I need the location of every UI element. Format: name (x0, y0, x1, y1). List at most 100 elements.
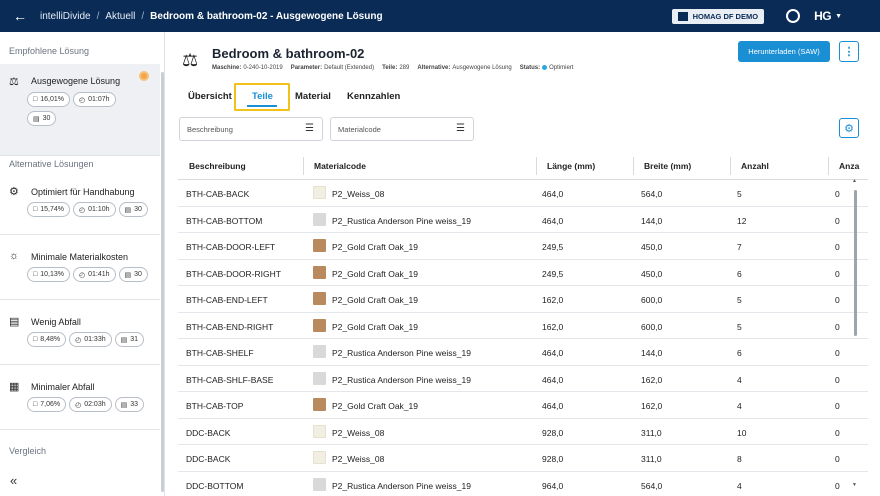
solution-alternative[interactable]: ▤ Wenig Abfall □ 8,48% ◴ 01:33h ▤ 31 (0, 300, 160, 365)
cell-material: P2_Rustica Anderson Pine weiss_19 (332, 374, 471, 385)
column-header[interactable]: Anza (839, 161, 859, 171)
solution-badges: □ 16,01% ◴ 01:07h (27, 92, 116, 107)
material-filter-placeholder: Materialcode (338, 125, 381, 134)
cell-width: 600,0 (641, 295, 663, 305)
solution-badges: □ 10,13% ◴ 01:41h ▤ 30 (27, 267, 148, 282)
chevron-down-icon[interactable]: ▼ (835, 13, 842, 20)
column-separator[interactable] (303, 157, 304, 175)
collapse-sidebar-icon[interactable]: « (10, 473, 17, 488)
solution-badges-2: ▤ 30 (27, 111, 57, 126)
column-separator[interactable] (536, 157, 537, 175)
solution-alternative[interactable]: ⚙ Optimiert für Handhabung □ 15,74% ◴ 01:10h ▤… (0, 170, 160, 235)
cell-extra: 0 (835, 242, 840, 252)
column-separator[interactable] (633, 157, 634, 175)
alternatives-title: Alternative Lösungen (9, 159, 94, 169)
column-separator[interactable] (730, 157, 731, 175)
back-arrow-icon[interactable]: ← (0, 8, 40, 24)
table-row[interactable]: BTH-CAB-END-RIGHT P2_Gold Craft Oak_19 162… (178, 313, 868, 339)
column-separator[interactable] (828, 157, 829, 175)
bin-icon: □ (33, 336, 38, 343)
boards-badge: ▤ 30 (118, 267, 148, 282)
waste-badge: □ 15,74% (27, 202, 70, 217)
cell-quantity: 7 (737, 242, 742, 252)
cell-width: 600,0 (641, 321, 663, 332)
homag-logo[interactable]: HG (814, 9, 832, 23)
table-row[interactable]: BTH-CAB-DOOR-LEFT P2_Gold Craft Oak_19 249… (178, 233, 868, 260)
support-icon[interactable] (786, 9, 801, 23)
table-row[interactable]: DDC-BACK P2_Weiss_08 928,0 311,0 10 0 (178, 419, 868, 445)
handling-icon: ⚙ (9, 186, 19, 198)
cell-extra: 0 (835, 348, 840, 358)
clock-icon: ◴ (78, 271, 86, 279)
boards-icon: ▤ (120, 401, 128, 409)
cell-length: 464,0 (542, 348, 564, 358)
cell-length: 162,0 (542, 321, 564, 332)
boards-icon: ▤ (124, 271, 132, 279)
column-header[interactable]: Beschreibung (189, 161, 246, 171)
tab-overview[interactable]: Übersicht (188, 91, 232, 102)
breadcrumb-app[interactable]: intelliDivide (40, 11, 91, 22)
table-row[interactable]: BTH-CAB-BACK P2_Weiss_08 464,0 564,0 5 0 (178, 180, 868, 207)
table-row[interactable]: BTH-CAB-DOOR-RIGHT P2_Gold Craft Oak_19 24… (178, 260, 868, 286)
cell-extra: 0 (835, 454, 840, 464)
cost-icon: ☼ (9, 250, 20, 262)
table-row[interactable]: BTH-CAB-SHLF-BASE P2_Rustica Anderson Pin… (178, 366, 868, 392)
cell-quantity: 10 (737, 427, 747, 438)
filter-icon[interactable]: ☰ (456, 123, 465, 134)
solution-badges: □ 15,74% ◴ 01:10h ▤ 30 (27, 202, 148, 217)
column-header[interactable]: Anzahl (741, 161, 769, 171)
description-filter[interactable]: Beschreibung ☰ (179, 117, 323, 141)
solution-balanced[interactable]: ⚖ Ausgewogene Lösung □ 16,01% ◴ 01:07h ▤ 30 (0, 64, 160, 156)
solution-alternative[interactable]: ☼ Minimale Materialkosten □ 10,13% ◴ 01:41h ▤ 3… (0, 235, 160, 300)
cell-description: BTH-CAB-BACK (186, 189, 250, 199)
cell-description: DDC-BACK (186, 454, 231, 464)
tab-material[interactable]: Material (295, 91, 331, 102)
clock-icon: ◴ (75, 336, 82, 344)
table-row[interactable]: BTH-CAB-TOP P2_Gold Craft Oak_19 464,0 162,… (178, 392, 868, 419)
column-header[interactable]: Länge (mm) (547, 161, 595, 171)
cell-width: 564,0 (641, 480, 663, 491)
column-header[interactable]: Breite (mm) (644, 161, 691, 171)
cell-description: BTH-CAB-END-RIGHT (186, 321, 274, 332)
parts-table: Beschreibung Materialcode Länge (mm) Bre… (178, 152, 868, 496)
cell-quantity: 4 (737, 480, 742, 491)
breadcrumb-page: Bedroom & bathroom-02 - Ausgewogene Lösu… (150, 10, 383, 22)
download-button[interactable]: Herunterladen (SAW) (738, 41, 830, 62)
cell-extra: 0 (835, 427, 840, 438)
scroll-down-icon[interactable]: ▼ (852, 482, 857, 488)
settings-button[interactable]: ⚙ (839, 118, 859, 138)
solution-alternative[interactable]: ▦ Minimaler Abfall □ 7,06% ◴ 02:03h ▤ 33 (0, 365, 160, 430)
table-row[interactable]: BTH-CAB-BOTTOM P2_Rustica Anderson Pine w… (178, 207, 868, 233)
more-menu-button[interactable]: ⋮ (839, 41, 859, 62)
filter-icon[interactable]: ☰ (305, 123, 314, 134)
cell-material: P2_Gold Craft Oak_19 (332, 268, 418, 279)
sidebar-scrollbar[interactable] (161, 72, 164, 492)
table-row[interactable]: DDC-BACK P2_Weiss_08 928,0 311,0 8 0 (178, 445, 868, 472)
scale-icon: ⚖ (182, 50, 199, 70)
material-swatch (313, 318, 326, 332)
column-header[interactable]: Materialcode (314, 161, 366, 171)
cell-description: DDC-BACK (186, 427, 231, 438)
cell-material: P2_Gold Craft Oak_19 (332, 242, 418, 252)
cell-quantity: 6 (737, 268, 742, 279)
table-scrollbar[interactable] (854, 190, 857, 336)
material-filter[interactable]: Materialcode ☰ (330, 117, 474, 141)
cell-width: 162,0 (641, 374, 663, 385)
scroll-up-icon[interactable]: ▲ (852, 178, 857, 184)
cell-width: 144,0 (641, 215, 663, 226)
table-row[interactable]: BTH-CAB-SHELF P2_Rustica Anderson Pine we… (178, 339, 868, 366)
boards-icon: ▤ (120, 336, 128, 344)
account-badge[interactable]: HOMAG DF DEMO (671, 8, 765, 24)
tab-metrics[interactable]: Kennzahlen (347, 91, 400, 102)
material-swatch (313, 424, 326, 438)
cell-extra: 0 (835, 268, 840, 279)
description-filter-placeholder: Beschreibung (187, 125, 233, 134)
cell-length: 464,0 (542, 215, 564, 226)
table-row[interactable]: DDC-BOTTOM P2_Rustica Anderson Pine weiss… (178, 472, 868, 496)
cell-material: P2_Rustica Anderson Pine weiss_19 (332, 348, 471, 358)
cell-width: 311,0 (641, 454, 662, 464)
cell-description: BTH-CAB-BOTTOM (186, 215, 263, 226)
solution-name: Optimiert für Handhabung (31, 187, 135, 197)
table-row[interactable]: BTH-CAB-END-LEFT P2_Gold Craft Oak_19 162,… (178, 286, 868, 313)
breadcrumb-current[interactable]: Aktuell (105, 11, 135, 22)
